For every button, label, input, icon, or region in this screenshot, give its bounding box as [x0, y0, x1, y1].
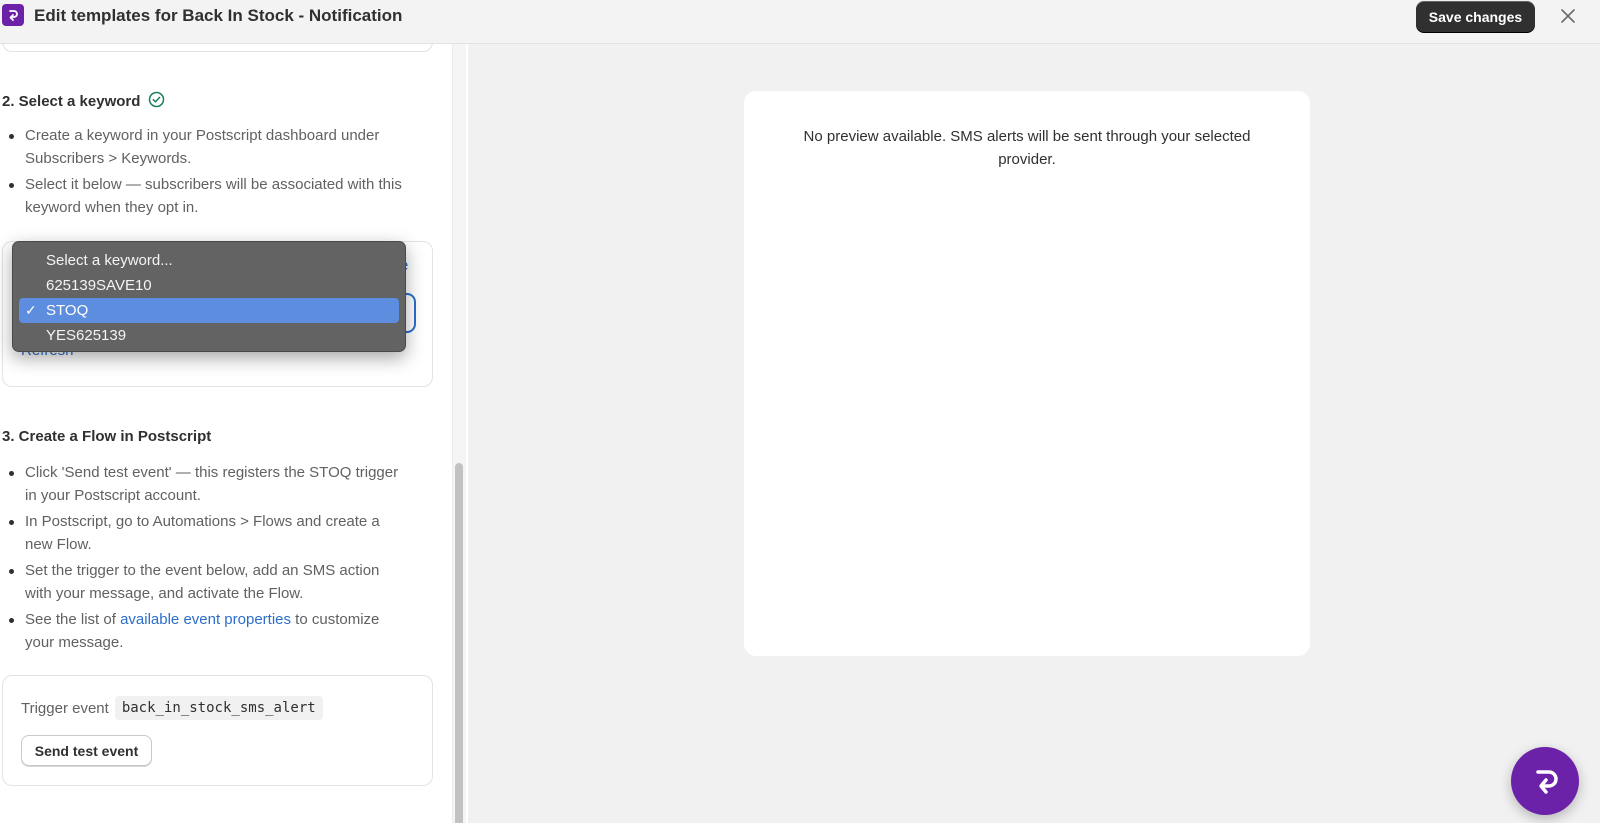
list-item: Select it below — subscribers will be as…	[0, 174, 410, 219]
list-item: In Postscript, go to Automations > Flows…	[0, 511, 410, 556]
option-label: Select a keyword...	[46, 252, 173, 269]
option-label: YES625139	[46, 327, 127, 344]
checkmark-icon: ✓	[25, 302, 37, 318]
trigger-event-row: Trigger event back_in_stock_sms_alert	[21, 696, 323, 720]
dropdown-option[interactable]: 625139SAVE10	[19, 273, 399, 298]
dropdown-option-placeholder[interactable]: Select a keyword...	[19, 248, 399, 273]
list-item: See the list of available event properti…	[0, 609, 410, 654]
step-2-heading: 2. Select a keyword	[2, 91, 165, 112]
send-test-event-button[interactable]: Send test event	[21, 735, 152, 766]
app-logo-icon	[1536, 770, 1558, 794]
save-changes-button[interactable]: Save changes	[1416, 1, 1535, 32]
page-title: Edit templates for Back In Stock - Notif…	[34, 6, 403, 25]
keyword-dropdown-menu[interactable]: Select a keyword... 625139SAVE10 ✓ STOQ Y…	[12, 241, 406, 352]
preview-message: No preview available. SMS alerts will be…	[803, 128, 1251, 168]
event-properties-link[interactable]: available event properties	[120, 611, 291, 628]
settings-panel: 2. Select a keyword Create a keyword in …	[0, 44, 468, 823]
step-3-title: 3. Create a Flow in Postscript	[2, 428, 212, 445]
trigger-event-label: Trigger event	[21, 699, 109, 717]
list-item: Create a keyword in your Postscript dash…	[0, 125, 410, 170]
previous-step-card	[2, 44, 433, 52]
step-2-title: 2. Select a keyword	[2, 93, 141, 110]
dropdown-option-selected[interactable]: ✓ STOQ	[19, 298, 399, 323]
trigger-event-code[interactable]: back_in_stock_sms_alert	[114, 696, 323, 720]
title-bar: Edit templates for Back In Stock - Notif…	[0, 0, 1600, 44]
option-label: 625139SAVE10	[46, 277, 152, 294]
help-chat-button[interactable]	[1511, 747, 1579, 815]
close-icon[interactable]	[1557, 5, 1579, 27]
list-item-text: See the list of	[25, 611, 121, 628]
list-item: Click 'Send test event' — this registers…	[0, 462, 410, 507]
scrollbar-thumb[interactable]	[455, 463, 463, 823]
step-2-instructions: Create a keyword in your Postscript dash…	[0, 125, 410, 223]
trigger-event-card	[2, 675, 433, 786]
option-label: STOQ	[46, 302, 89, 319]
dropdown-option[interactable]: YES625139	[19, 323, 399, 348]
list-item: Set the trigger to the event below, add …	[0, 560, 410, 605]
app-logo-icon	[2, 4, 24, 26]
step-3-heading: 3. Create a Flow in Postscript	[2, 428, 211, 445]
check-circle-icon	[148, 91, 165, 112]
step-3-instructions: Click 'Send test event' — this registers…	[0, 462, 410, 658]
preview-card: No preview available. SMS alerts will be…	[744, 91, 1310, 656]
